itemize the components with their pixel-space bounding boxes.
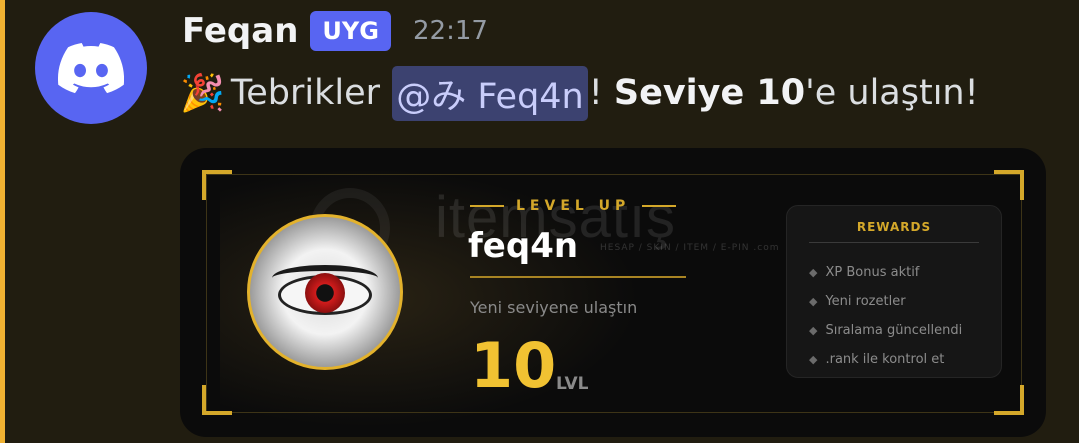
rewards-title: REWARDS (856, 220, 932, 234)
message-content: 🎉 Tebrikler @み Feq4n! Seviye 10'e ulaştı… (180, 60, 979, 126)
party-popper-emoji: 🎉 (180, 73, 225, 114)
message-timestamp[interactable]: 22:17 (413, 16, 488, 46)
message-username[interactable]: Feqan (182, 11, 298, 51)
heading-line-left (470, 205, 504, 207)
reward-item-text: Yeni rozetler (825, 294, 906, 309)
reward-item: ◆ Yeni rozetler (809, 287, 962, 316)
rewards-divider (809, 242, 979, 243)
reward-item-text: XP Bonus aktif (825, 265, 920, 280)
rewards-list: ◆ XP Bonus aktif ◆ Yeni rozetler ◆ Sıralama… (809, 258, 962, 374)
message-text-exclaim: ! (588, 73, 603, 113)
diamond-bullet-icon: ◆ (809, 266, 818, 279)
eye-iris (305, 273, 345, 313)
level-up-card-image[interactable]: itemsatış HESAP / SKIN / ITEM / E-PIN .c… (180, 148, 1046, 437)
user-avatar[interactable] (35, 12, 147, 124)
watermark-subtext: HESAP / SKIN / ITEM / E-PIN .com (600, 243, 780, 253)
level-up-heading: LEVEL UP (470, 198, 677, 214)
card-profile-picture (247, 214, 403, 370)
username-underline (470, 276, 686, 278)
reward-item: ◆ XP Bonus aktif (809, 258, 962, 287)
message-header: Feqan UYG 22:17 (182, 4, 488, 58)
level-number: 10 (470, 329, 557, 402)
user-mention[interactable]: @み Feq4n (392, 65, 588, 121)
reward-item-text: Sıralama güncellendi (825, 323, 963, 338)
frame-corner-top-right (994, 170, 1024, 200)
server-tag-badge[interactable]: UYG (310, 11, 391, 51)
discord-logo-icon (58, 43, 124, 94)
level-up-title: LEVEL UP (516, 198, 631, 214)
card-subtitle: Yeni seviyene ulaştın (470, 298, 638, 317)
frame-corner-bottom-right (994, 385, 1024, 415)
reward-item: ◆ .rank ile kontrol et (809, 345, 962, 374)
message-text-bold: Seviye 10 (613, 73, 806, 113)
reward-item-text: .rank ile kontrol et (825, 352, 945, 367)
diamond-bullet-icon: ◆ (809, 353, 818, 366)
rewards-panel: REWARDS ◆ XP Bonus aktif ◆ Yeni rozetler ◆… (786, 205, 1002, 378)
frame-corner-top-left (202, 170, 232, 200)
heading-line-right (642, 205, 677, 207)
message-text-suffix: 'e ulaştın! (805, 73, 979, 113)
reward-item: ◆ Sıralama güncellendi (809, 316, 962, 345)
message-text-prefix: Tebrikler (230, 73, 381, 113)
level-unit: LVL (556, 374, 589, 394)
diamond-bullet-icon: ◆ (809, 295, 818, 308)
diamond-bullet-icon: ◆ (809, 324, 818, 337)
card-username: feq4n (468, 226, 579, 266)
frame-corner-bottom-left (202, 385, 232, 415)
